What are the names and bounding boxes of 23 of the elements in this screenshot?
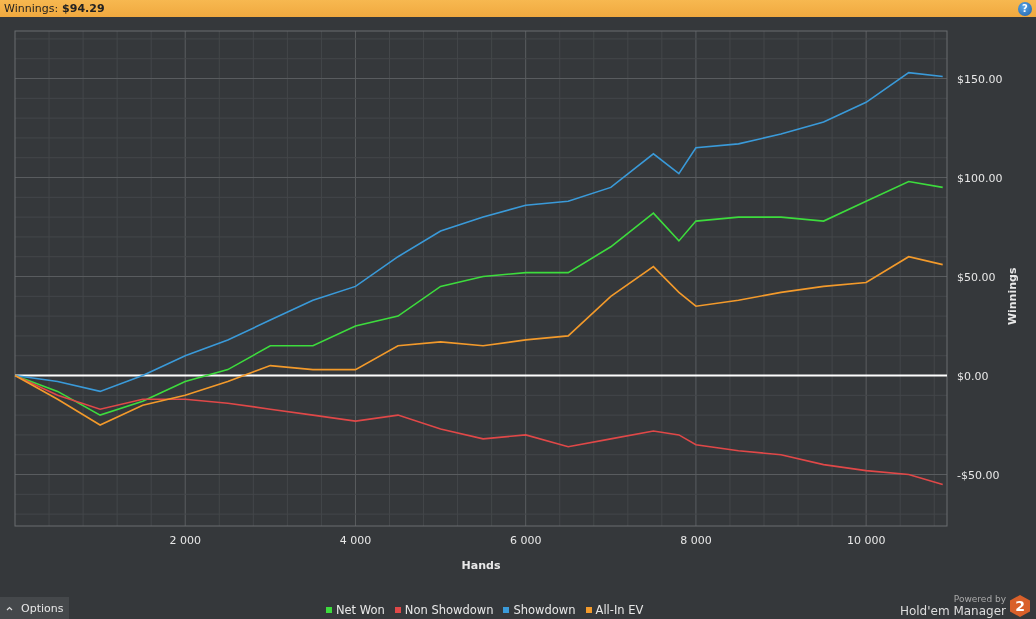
x-tick-label: 4 000 xyxy=(339,534,372,547)
y-tick-label: $100.00 xyxy=(957,171,1003,185)
winnings-label: Winnings: xyxy=(4,2,59,15)
x-tick-label: 10 000 xyxy=(846,534,886,547)
x-tick-label: 2 000 xyxy=(169,534,201,547)
legend-label: All-In EV xyxy=(595,602,644,617)
powered-by-text: Powered by xyxy=(953,594,1006,604)
x-axis-title: Hands xyxy=(461,559,501,572)
y-tick-label: $50.00 xyxy=(957,270,996,284)
legend-label: Non Showdown xyxy=(404,602,494,617)
logo-badge: 2 xyxy=(1010,595,1030,617)
product-name: Hold'em Manager xyxy=(899,604,1006,618)
legend-label: Showdown xyxy=(513,602,576,617)
legend-label: Net Won xyxy=(335,602,385,617)
x-tick-label: 8 000 xyxy=(680,534,712,547)
y-tick-label: -$50.00 xyxy=(957,468,1000,482)
y-tick-label: $150.00 xyxy=(957,72,1003,86)
x-tick-label: 6 000 xyxy=(509,534,542,547)
caret-icon xyxy=(6,605,13,611)
winnings-value: $94.29 xyxy=(62,2,105,15)
y-tick-label: $0.00 xyxy=(957,369,989,383)
options-button[interactable]: Options xyxy=(0,597,70,619)
y-axis-title: Winnings xyxy=(1006,267,1019,326)
